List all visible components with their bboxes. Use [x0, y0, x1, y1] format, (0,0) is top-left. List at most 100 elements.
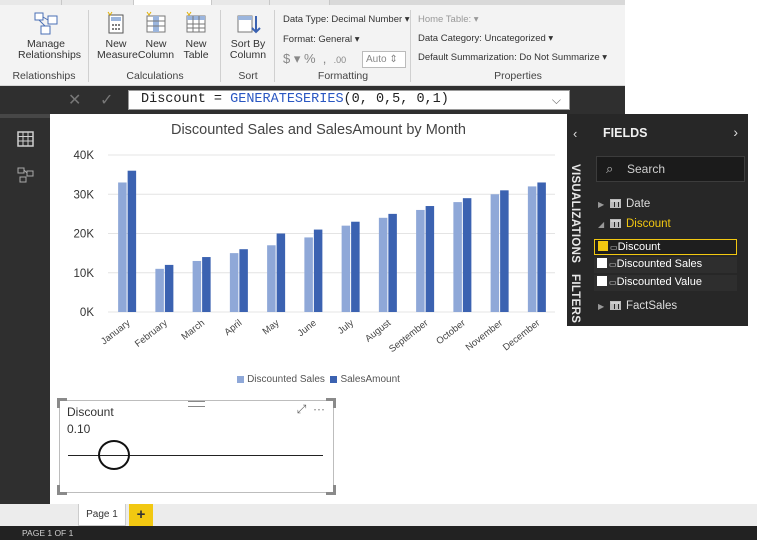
group-label-properties: Properties [494, 70, 542, 82]
chevron-down-icon[interactable]: ⌵ [552, 91, 561, 109]
legend-swatch-salesamount [330, 375, 338, 383]
ribbon: Manage Relationships Relationships New M… [0, 0, 625, 86]
slicer-toolbar: ⤢ ⋯ [297, 402, 325, 417]
new-column-icon [143, 10, 169, 36]
chart-legend: Discounted Sales SalesAmount [50, 374, 587, 385]
decimal-places-stepper[interactable]: Auto ⇕ [362, 51, 406, 68]
more-options-icon[interactable]: ⋯ [313, 402, 325, 416]
bar-discounted-sales [416, 209, 425, 312]
column-icon: ▭ [610, 243, 618, 252]
sort-by-column-button[interactable]: Sort By Column [224, 10, 272, 61]
status-bar: PAGE 1 OF 1 [0, 526, 757, 540]
y-tick-label: 40K [74, 150, 95, 162]
add-page-button[interactable]: + [129, 504, 153, 526]
ribbon-tab[interactable] [212, 0, 270, 5]
x-tick-label: November [464, 318, 505, 354]
formula-function: GENERATESERIES [230, 92, 344, 107]
bar-salesamount [351, 221, 360, 312]
x-tick-label: December [501, 318, 542, 354]
commit-formula-icon[interactable]: ✓ [100, 90, 113, 110]
field-discounted-value[interactable]: ▭Discounted Value [594, 275, 737, 291]
chevron-right-icon[interactable]: › [733, 124, 738, 140]
focus-mode-icon[interactable]: ⤢ [297, 402, 307, 416]
group-label-sort: Sort [238, 70, 258, 82]
visualizations-pane-tab[interactable]: VISUALIZATIONS [569, 164, 581, 263]
caret-down-icon: ◢ [598, 220, 605, 229]
ribbon-tab[interactable] [0, 0, 62, 5]
resize-handle[interactable] [57, 485, 67, 495]
column-icon: ▭ [609, 278, 617, 287]
data-type-dropdown[interactable]: Data Type: Decimal Number ▾ [283, 14, 410, 25]
discount-slicer[interactable]: ⤢ ⋯ Discount 0.10 [57, 398, 336, 495]
data-category-dropdown[interactable]: Data Category: Uncategorized ▾ [418, 33, 553, 44]
sort-icon [235, 10, 261, 36]
data-category-label: Data Category: Uncategorized [418, 33, 546, 44]
ribbon-tab[interactable] [62, 0, 134, 5]
column-icon: ▭ [609, 260, 617, 269]
field-discounted-sales[interactable]: ▭Discounted Sales [594, 257, 737, 273]
model-view-button[interactable] [0, 159, 50, 189]
default-summarization-dropdown[interactable]: Default Summarization: Do Not Summarize … [418, 52, 607, 63]
cancel-formula-icon[interactable]: ✕ [68, 90, 81, 110]
bar-discounted-sales [378, 217, 388, 312]
drag-grip-icon[interactable] [188, 401, 205, 407]
manage-relationships-label: Manage Relationships [18, 38, 82, 61]
chevron-left-icon[interactable]: ‹ [573, 126, 577, 141]
ribbon-separator [274, 10, 275, 82]
ribbon-tab-active[interactable] [134, 0, 212, 5]
legend-swatch-discounted-sales [237, 375, 245, 383]
ribbon-separator [220, 10, 221, 82]
decimal-auto-value: Auto [366, 54, 387, 65]
bar-discounted-sales [341, 225, 351, 312]
formula-input[interactable]: Discount = GENERATESERIES(0, 0,5, 0,1) ⌵ [128, 90, 570, 110]
manage-relationships-button[interactable]: Manage Relationships [18, 10, 82, 61]
bar-salesamount [462, 198, 472, 312]
resize-handle[interactable] [326, 485, 336, 495]
bar-discounted-sales [155, 268, 164, 312]
x-tick-label: May [261, 318, 282, 338]
new-measure-button[interactable]: New Measure [97, 10, 138, 61]
field-table-date[interactable]: ▶ Date [598, 198, 650, 215]
checkbox-checked[interactable] [598, 241, 608, 252]
data-type-label: Data Type: Decimal Number [283, 14, 403, 25]
resize-handle[interactable] [57, 398, 67, 408]
fields-search-input[interactable]: ⌕ Search [596, 156, 745, 182]
page-tab-1[interactable]: Page 1 [78, 504, 126, 526]
home-table-dropdown[interactable]: Home Table: ▾ [418, 14, 479, 25]
slider-handle[interactable] [98, 440, 130, 470]
x-tick-label: February [133, 318, 170, 350]
legend-label-discounted-sales: Discounted Sales [247, 374, 325, 385]
bar-salesamount [425, 206, 435, 312]
y-tick-label: 20K [74, 229, 95, 241]
search-placeholder: Search [627, 162, 666, 176]
calculator-icon [103, 10, 129, 36]
caret-right-icon: ▶ [598, 302, 605, 311]
field-table-factsales[interactable]: ▶ FactSales [598, 300, 677, 317]
data-view-button[interactable] [0, 124, 50, 154]
slicer-value: 0.10 [67, 422, 91, 436]
powerbi-window: Manage Relationships Relationships New M… [0, 0, 757, 547]
data-view-icon [17, 131, 34, 147]
field-table-discount[interactable]: ◢ Discount [598, 218, 671, 235]
table-icon [610, 301, 621, 311]
format-dropdown[interactable]: Format: General ▾ [283, 34, 360, 45]
checkbox[interactable] [597, 276, 607, 287]
x-tick-label: January [99, 318, 133, 348]
new-table-button[interactable]: New Table [177, 10, 215, 61]
checkbox[interactable] [597, 258, 607, 269]
group-formatting: Data Type: Decimal Number ▾ Format: Gene… [276, 6, 410, 84]
home-table-label: Home Table: [418, 14, 472, 25]
resize-handle[interactable] [326, 398, 336, 408]
field-discount[interactable]: ▭Discount [594, 239, 737, 255]
currency-format-button[interactable]: $ ▾ % , .00 [283, 51, 346, 67]
table-date-label: Date [626, 198, 651, 210]
group-label-formatting: Formatting [317, 70, 369, 82]
new-column-button[interactable]: New Column [137, 10, 175, 61]
default-summarization-label: Default Summarization: Do Not Summarize [418, 52, 600, 63]
filters-pane-tab[interactable]: FILTERS [569, 274, 581, 323]
clustered-column-chart[interactable]: Discounted Sales and SalesAmount by Mont… [50, 114, 567, 394]
view-switcher [0, 86, 50, 547]
ribbon-tab[interactable] [270, 0, 330, 5]
bar-salesamount [164, 264, 174, 312]
page-tabs-bar: Page 1 + [0, 504, 757, 526]
